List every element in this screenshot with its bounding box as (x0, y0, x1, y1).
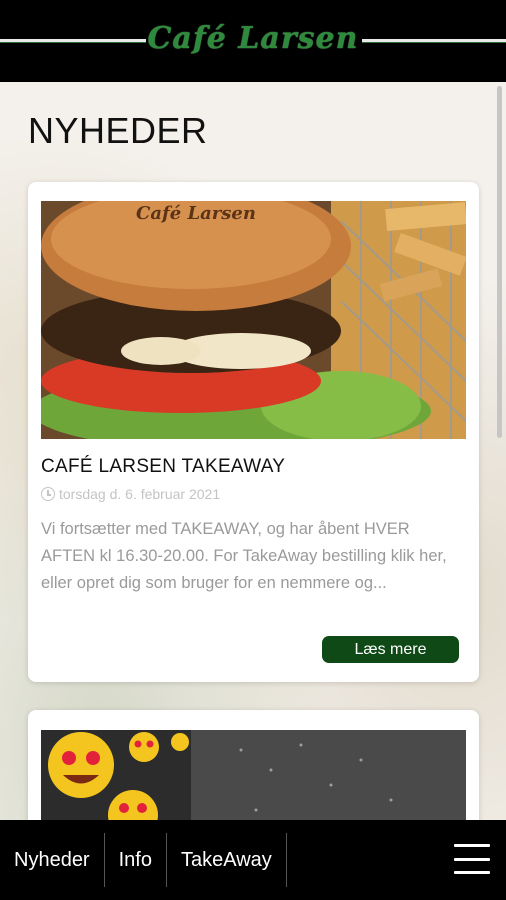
news-card[interactable]: Café Larsen CAFÉ LARSEN TAKEAWAY torsdag… (28, 182, 479, 682)
header-divider-right (362, 39, 506, 43)
nav-item-info[interactable]: Info (105, 833, 167, 887)
article-image[interactable] (41, 730, 466, 820)
scrollbar[interactable] (497, 86, 502, 438)
top-header: Café Larsen (0, 0, 506, 82)
article-excerpt: Vi fortsætter med TAKEAWAY, og har åbent… (41, 520, 447, 592)
nav-item-nyheder[interactable]: Nyheder (0, 833, 105, 887)
article-date: torsdag d. 6. februar 2021 (41, 486, 220, 502)
article-title[interactable]: CAFÉ LARSEN TAKEAWAY (41, 456, 285, 478)
header-divider-left (0, 39, 146, 43)
main-content[interactable]: NYHEDER Café Larsen CAFÉ LARSEN TAKEAWAY… (0, 82, 506, 820)
menu-line (454, 871, 490, 874)
burger-fries-photo: Café Larsen (41, 201, 466, 439)
page-title: NYHEDER (28, 110, 208, 151)
menu-line (454, 844, 490, 847)
menu-line (454, 857, 490, 861)
read-more-button[interactable]: Læs mere (322, 636, 459, 663)
bottom-nav: Nyheder Info TakeAway (0, 820, 506, 900)
article-date-text: torsdag d. 6. februar 2021 (59, 486, 221, 502)
nav-item-takeaway[interactable]: TakeAway (167, 833, 287, 887)
hamburger-menu-icon[interactable] (454, 844, 490, 874)
article-image[interactable]: Café Larsen (41, 201, 466, 439)
emoji-grill-photo (41, 730, 466, 820)
svg-text:Café Larsen: Café Larsen (136, 203, 256, 224)
news-card[interactable] (28, 710, 479, 820)
clock-icon (41, 487, 55, 501)
brand-logo[interactable]: Café Larsen (148, 21, 359, 56)
